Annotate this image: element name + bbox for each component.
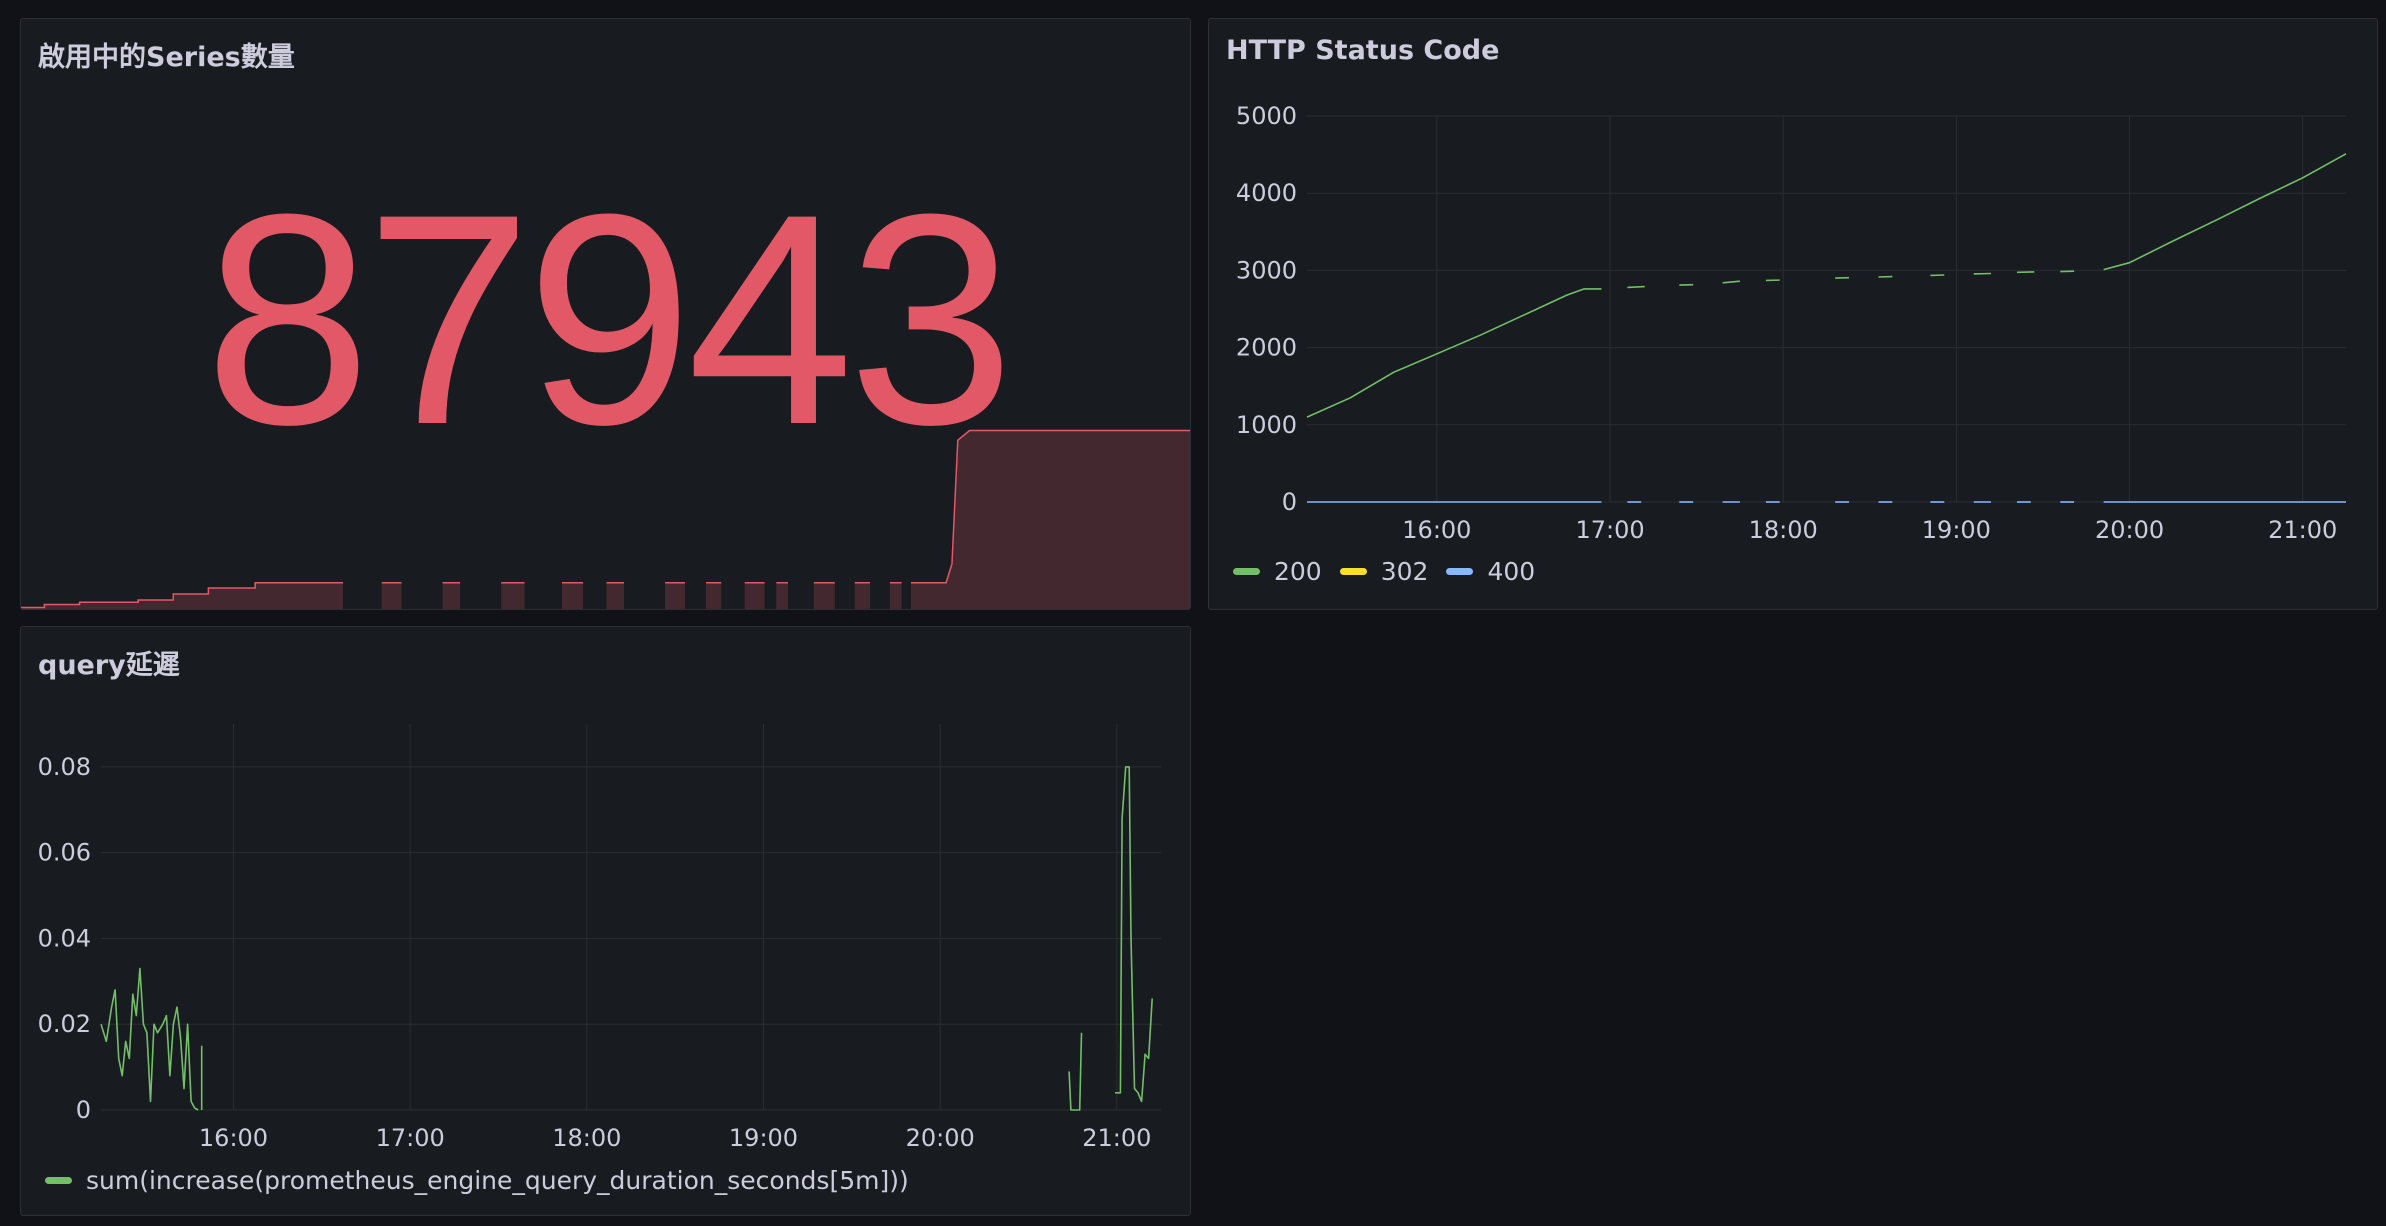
sparkline-gap	[721, 579, 745, 609]
x-tick-label: 16:00	[199, 1124, 268, 1152]
http-status-chart: 0 1000 2000 3000 4000 5000 16:00 17:00 18:00 19:0…	[1236, 102, 2347, 544]
series-line-200	[1722, 280, 1740, 284]
x-tick-label: 16:00	[1402, 516, 1471, 544]
chart-legend: sum(increase(prometheus_engine_query_dur…	[45, 1166, 909, 1195]
y-tick-label: 1000	[1236, 411, 1297, 439]
sparkline-gap	[401, 579, 443, 609]
series-line-sum-increase-prometheus-engine-query-duration-seconds-5m-	[1068, 1032, 1083, 1111]
legend-item[interactable]: 302	[1339, 557, 1429, 586]
x-tick-label: 17:00	[376, 1124, 445, 1152]
query-latency-panel[interactable]: query延遲 0 0.02 0.04 0.06 0.08 16:00 17:00 18:00…	[20, 626, 1191, 1216]
active-series-panel[interactable]: 啟用中的Series數量 87943	[20, 18, 1191, 610]
series-line-sum-increase-prometheus-engine-query-duration-seconds-5m-	[1115, 766, 1153, 1103]
sparkline-gap	[684, 579, 707, 609]
legend-swatch	[1339, 568, 1367, 575]
series-line-200	[1627, 285, 1645, 289]
sparkline-gap	[583, 579, 607, 609]
x-tick-label: 20:00	[906, 1124, 975, 1152]
legend-item[interactable]: sum(increase(prometheus_engine_query_dur…	[45, 1166, 909, 1195]
sparkline-gap	[901, 579, 911, 609]
chart-legend: 200 302 400	[1233, 557, 1535, 586]
stat-value: 87943	[204, 151, 1014, 487]
x-tick-label: 18:00	[552, 1124, 621, 1152]
y-tick-label: 0	[76, 1096, 91, 1124]
x-tick-label: 19:00	[1922, 516, 1991, 544]
legend-swatch	[1446, 568, 1474, 575]
legend-label: 400	[1487, 557, 1536, 586]
legend-swatch	[1233, 568, 1260, 575]
sparkline-gap	[788, 579, 814, 609]
x-tick-label: 19:00	[729, 1124, 798, 1152]
x-tick-label: 17:00	[1575, 516, 1644, 544]
sparkline-gap	[524, 579, 563, 609]
y-tick-label: 0.06	[38, 839, 91, 867]
x-tick-label: 21:00	[1082, 1124, 1151, 1152]
series-line-200	[2103, 153, 2347, 271]
legend-label: sum(increase(prometheus_engine_query_dur…	[86, 1166, 909, 1195]
legend-item[interactable]: 200	[1233, 557, 1322, 586]
y-tick-label: 2000	[1236, 334, 1297, 362]
sparkline-gap	[764, 579, 777, 609]
series-line-sum-increase-prometheus-engine-query-duration-seconds-5m-	[100, 967, 199, 1111]
y-tick-label: 0.02	[38, 1010, 91, 1038]
y-tick-label: 0.08	[38, 753, 91, 781]
y-tick-label: 5000	[1236, 102, 1297, 130]
y-tick-label: 0.04	[38, 924, 91, 952]
legend-item[interactable]: 400	[1446, 557, 1535, 586]
y-tick-label: 0	[1282, 488, 1297, 516]
y-tick-label: 3000	[1236, 256, 1297, 284]
x-tick-label: 18:00	[1749, 516, 1818, 544]
series-line-200	[1306, 288, 1602, 418]
x-tick-label: 20:00	[2095, 516, 2164, 544]
sparkline-gap	[834, 579, 855, 609]
x-tick-label: 21:00	[2268, 516, 2337, 544]
legend-label: 200	[1274, 557, 1322, 586]
legend-label: 302	[1380, 557, 1429, 586]
sparkline-gap	[869, 579, 890, 609]
sparkline-gap	[624, 579, 666, 609]
sparkline-gap	[460, 579, 502, 609]
sparkline-gap	[343, 579, 382, 609]
http-status-panel[interactable]: HTTP Status Code 0 1000 2000 3000 4000 5000 16…	[1208, 18, 2378, 610]
legend-swatch	[45, 1177, 72, 1184]
y-tick-label: 4000	[1236, 179, 1297, 207]
query-latency-chart: 0 0.02 0.04 0.06 0.08 16:00 17:00 18:00 19:00 20:…	[38, 724, 1161, 1152]
